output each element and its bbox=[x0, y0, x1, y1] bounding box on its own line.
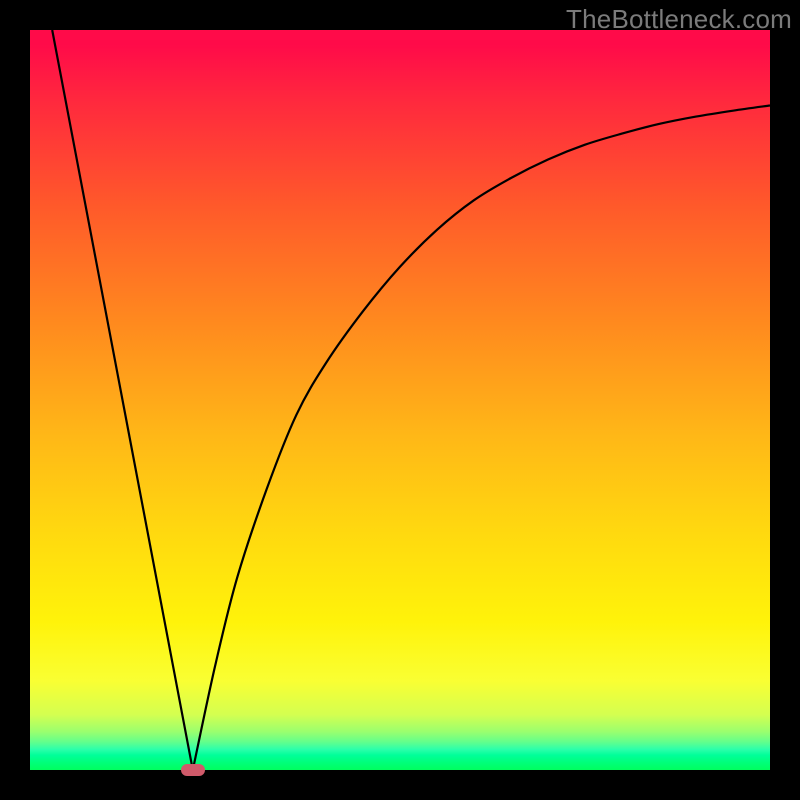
chart-frame: TheBottleneck.com bbox=[0, 0, 800, 800]
min-marker bbox=[181, 764, 205, 776]
chart-curve bbox=[30, 30, 770, 770]
watermark-text: TheBottleneck.com bbox=[566, 4, 792, 35]
chart-plot-area bbox=[30, 30, 770, 770]
curve-path bbox=[52, 30, 770, 770]
